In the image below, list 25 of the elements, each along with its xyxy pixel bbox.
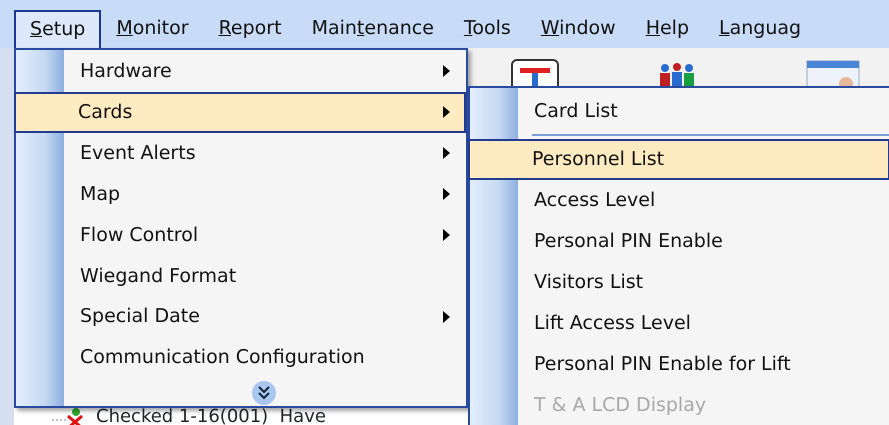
menu-item[interactable]: Personal PIN Enable for Lift <box>516 344 889 385</box>
menu-item[interactable]: Personnel List <box>468 139 889 180</box>
menu-item[interactable]: Map <box>62 174 466 214</box>
menu-item[interactable]: Access Level <box>516 180 889 221</box>
menu-bar-item[interactable]: Languag <box>704 10 816 48</box>
menu-bar-item[interactable]: Monitor <box>101 10 204 48</box>
menu-bar-item[interactable]: Setup <box>14 10 102 48</box>
menu-item[interactable]: Lift Access Level <box>516 303 889 344</box>
menu-item[interactable]: Visitors List <box>516 262 889 303</box>
menu-bar-item[interactable]: Report <box>204 10 297 48</box>
menu-item[interactable]: Cards <box>14 92 466 133</box>
menu-item[interactable]: Special Date <box>62 296 466 338</box>
menu-bar-item[interactable]: Window <box>526 10 631 48</box>
expand-chevron-icon[interactable] <box>251 380 277 406</box>
menu-item[interactable]: Hardware <box>62 51 466 92</box>
menu-bar-item[interactable]: Help <box>630 10 704 48</box>
menu-item[interactable]: Event Alerts <box>62 132 466 174</box>
menu-item[interactable]: Personal PIN Enable <box>516 221 889 262</box>
menu-bar-item[interactable]: Maintenance <box>296 10 449 48</box>
menu-bar-item[interactable]: Tools <box>448 10 526 48</box>
menu-item[interactable]: Flow Control <box>62 214 466 256</box>
menu-item[interactable]: Wiegand Format <box>62 255 466 296</box>
menu-item: T & A LCD Display <box>533 393 708 418</box>
menu-item[interactable]: Card List <box>516 91 889 132</box>
menu-item[interactable]: Communication Configuration <box>62 337 466 378</box>
